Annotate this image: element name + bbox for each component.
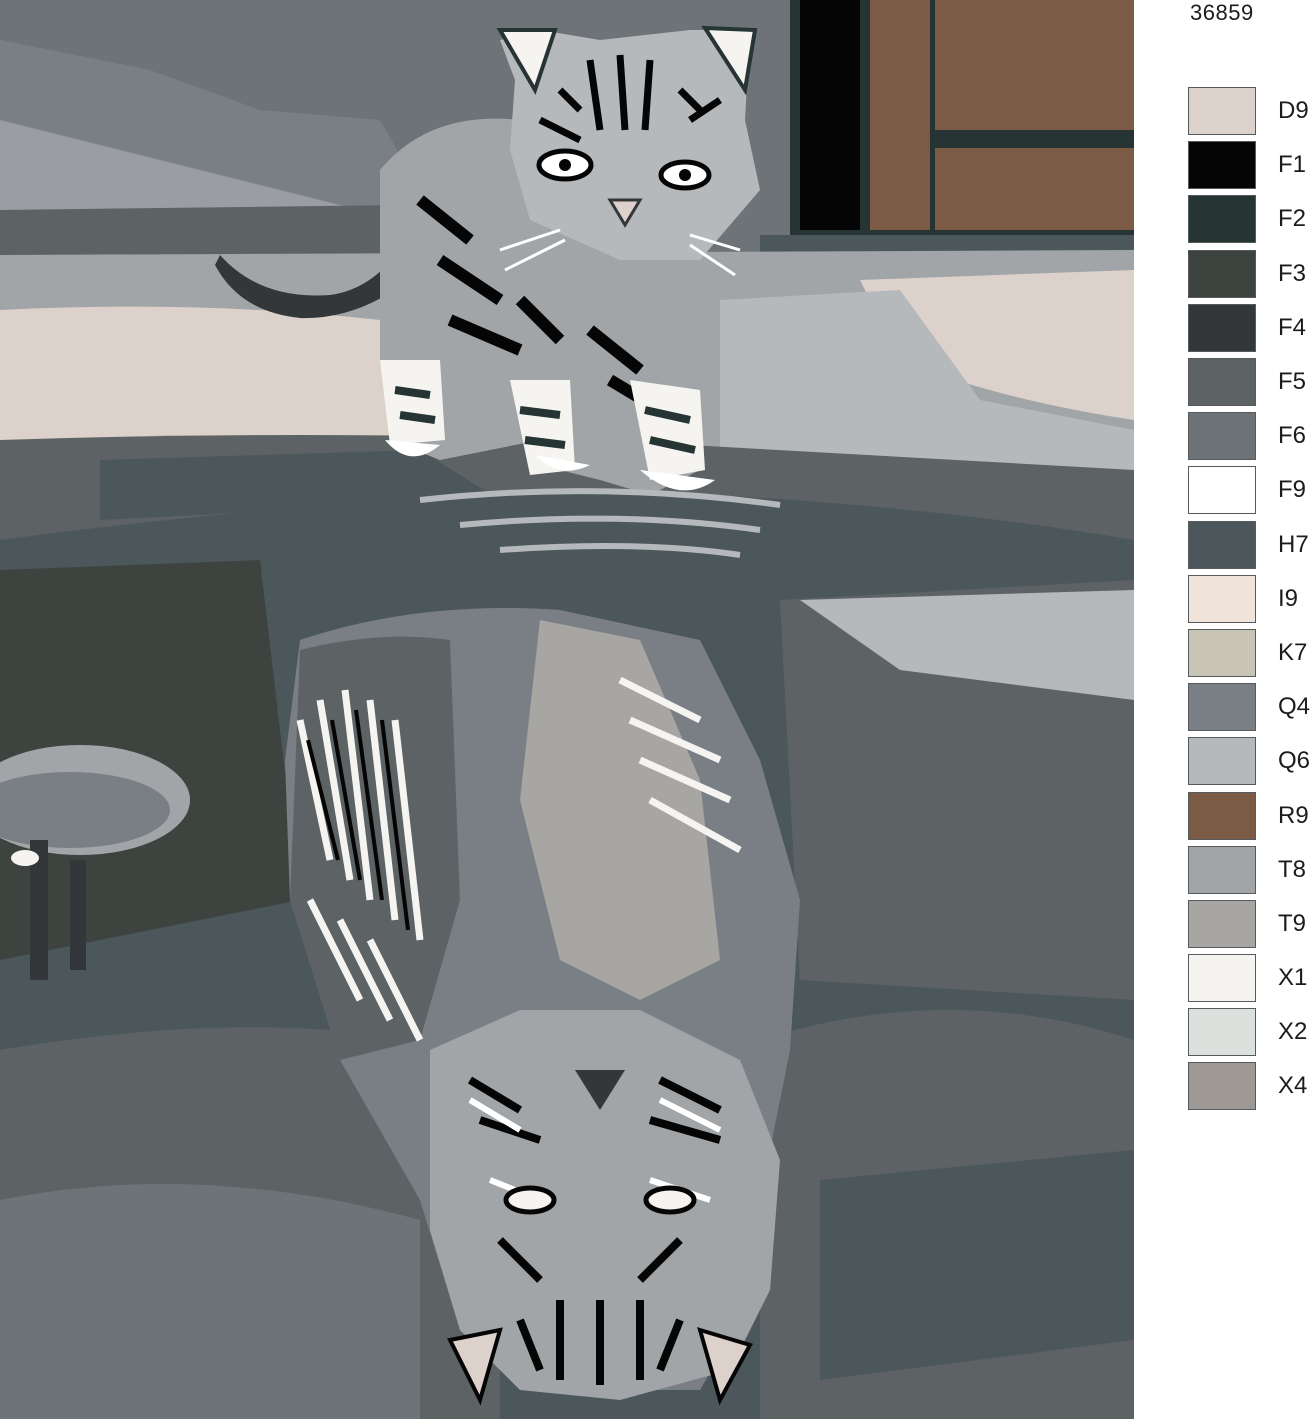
stool-leg-right: [70, 860, 86, 970]
color-legend: D9 F1 F2 F3 F4 F5 F6 F9 H7 I9 K7 Q4 Q6 R9 T8 T9 X1 X2 X4: [1188, 84, 1314, 1114]
color-swatch-icon: [1188, 412, 1256, 461]
legend-item-f9: F9: [1188, 463, 1314, 517]
stool-highlight: [11, 850, 39, 866]
color-swatch-icon: [1188, 520, 1256, 569]
color-code-label: X4: [1278, 1072, 1308, 1100]
color-code-label: Q6: [1278, 747, 1311, 775]
color-swatch-icon: [1188, 249, 1256, 298]
legend-item-f2: F2: [1188, 192, 1314, 246]
legend-item-x2: X2: [1188, 1005, 1314, 1059]
color-code-label: F3: [1278, 259, 1307, 287]
puddle-dark-band: [820, 1150, 1134, 1380]
legend-item-d9: D9: [1188, 84, 1314, 138]
color-code-label: F6: [1278, 422, 1307, 450]
color-code-label: Q4: [1278, 693, 1311, 721]
color-swatch-icon: [1188, 845, 1256, 894]
color-swatch-icon: [1188, 1008, 1256, 1057]
color-swatch-icon: [1188, 87, 1256, 136]
legend-item-t8: T8: [1188, 843, 1314, 897]
color-swatch-icon: [1188, 141, 1256, 190]
color-swatch-icon: [1188, 899, 1256, 948]
tiger-eye-left: [503, 1185, 557, 1215]
color-swatch-icon: [1188, 466, 1256, 515]
color-swatch-icon: [1188, 1062, 1256, 1111]
legend-item-f1: F1: [1188, 138, 1314, 192]
color-swatch-icon: [1188, 737, 1256, 786]
legend-item-f6: F6: [1188, 409, 1314, 463]
color-code-label: F5: [1278, 368, 1307, 396]
color-code-label: K7: [1278, 638, 1308, 666]
legend-item-q6: Q6: [1188, 734, 1314, 788]
color-code-label: T9: [1278, 909, 1307, 937]
legend-item-h7: H7: [1188, 518, 1314, 572]
door-panel-lower: [870, 0, 930, 230]
color-code-label: H7: [1278, 530, 1309, 558]
legend-item-f5: F5: [1188, 355, 1314, 409]
legend-item-i9: I9: [1188, 572, 1314, 626]
kitten-pupil-right: [679, 169, 691, 181]
tiger-eye-right: [643, 1185, 697, 1215]
color-swatch-icon: [1188, 791, 1256, 840]
color-swatch-icon: [1188, 574, 1256, 623]
color-swatch-icon: [1188, 195, 1256, 244]
color-code-label: F1: [1278, 151, 1307, 179]
color-code-label: X2: [1278, 1018, 1308, 1046]
color-swatch-icon: [1188, 358, 1256, 407]
legend-item-f4: F4: [1188, 301, 1314, 355]
door-panel-bottom: [935, 148, 1134, 230]
color-swatch-icon: [1188, 954, 1256, 1003]
color-swatch-icon: [1188, 628, 1256, 677]
puddle-lower-band: [0, 1184, 420, 1419]
legend-item-f3: F3: [1188, 247, 1314, 301]
paint-by-number-artwork: [0, 0, 1134, 1419]
door-shadow: [800, 0, 860, 230]
color-code-label: R9: [1278, 801, 1309, 829]
color-code-label: X1: [1278, 964, 1308, 992]
color-code-label: F9: [1278, 476, 1307, 504]
legend-item-r9: R9: [1188, 788, 1314, 842]
color-code-label: T8: [1278, 855, 1307, 883]
legend-item-k7: K7: [1188, 626, 1314, 680]
door-panel-upper: [935, 0, 1134, 130]
legend-item-t9: T9: [1188, 897, 1314, 951]
color-code-label: F2: [1278, 205, 1307, 233]
color-swatch-icon: [1188, 303, 1256, 352]
kitten-pupil-left: [559, 159, 571, 171]
color-code-label: I9: [1278, 584, 1299, 612]
legend-item-q4: Q4: [1188, 680, 1314, 734]
legend-item-x4: X4: [1188, 1059, 1314, 1113]
color-code-label: D9: [1278, 97, 1309, 125]
product-code: 36859: [1190, 0, 1254, 25]
color-code-label: F4: [1278, 313, 1307, 341]
color-swatch-icon: [1188, 683, 1256, 732]
legend-item-x1: X1: [1188, 951, 1314, 1005]
